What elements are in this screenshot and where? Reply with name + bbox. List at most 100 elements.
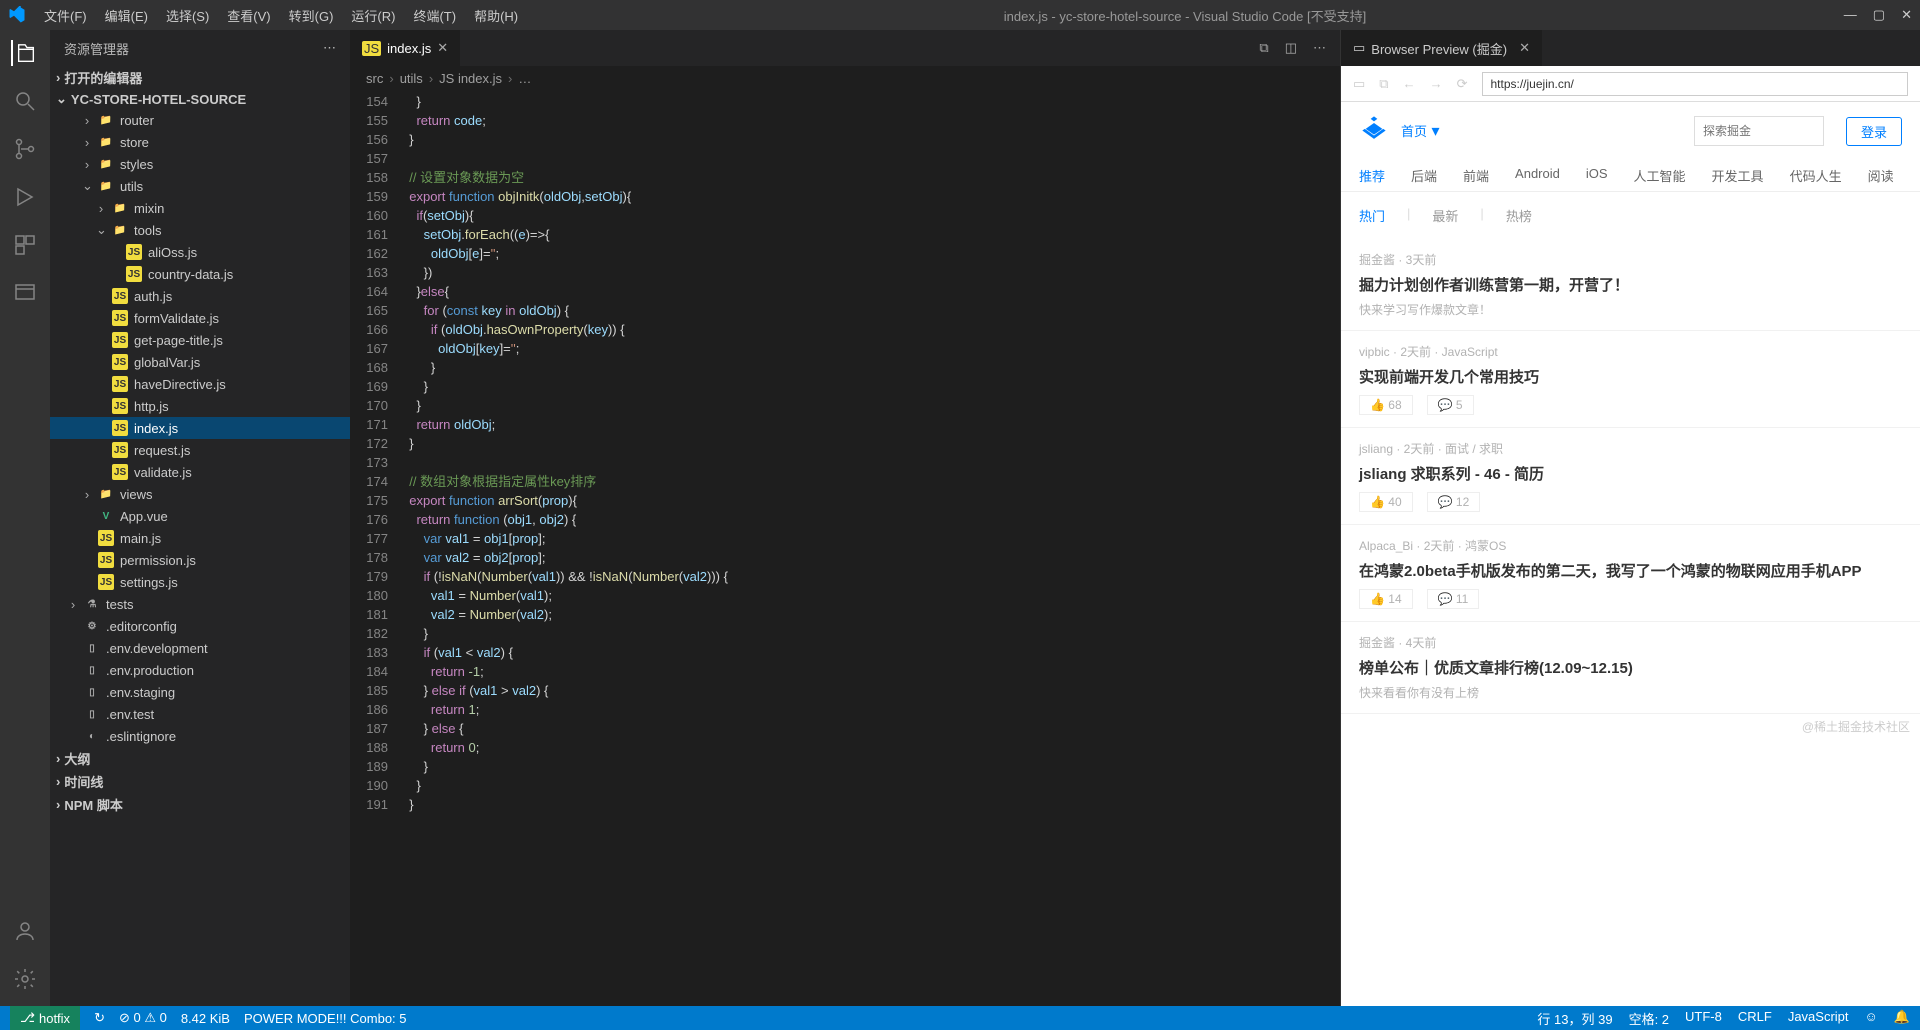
close-icon[interactable]: ✕ bbox=[1901, 7, 1912, 23]
tree-item[interactable]: JSindex.js bbox=[50, 417, 350, 439]
tree-item[interactable]: ▯.env.staging bbox=[50, 681, 350, 703]
run-debug-icon[interactable] bbox=[12, 184, 38, 210]
language-mode[interactable]: JavaScript bbox=[1788, 1009, 1849, 1028]
git-branch[interactable]: ⎇ hotfix bbox=[10, 1006, 80, 1030]
tree-item[interactable]: ⌄📁tools bbox=[50, 219, 350, 241]
tree-item[interactable]: ›📁styles bbox=[50, 153, 350, 175]
open-editors-section[interactable]: ›打开的编辑器 bbox=[50, 66, 350, 89]
reload-icon[interactable]: ⟳ bbox=[1457, 76, 1468, 92]
tree-item[interactable]: JSauth.js bbox=[50, 285, 350, 307]
nav-item[interactable]: 阅读 bbox=[1868, 166, 1894, 185]
maximize-icon[interactable]: ▢ bbox=[1873, 7, 1885, 23]
search-icon[interactable] bbox=[12, 88, 38, 114]
project-section[interactable]: ⌄YC-STORE-HOTEL-SOURCE bbox=[50, 89, 350, 109]
extensions-icon[interactable] bbox=[12, 232, 38, 258]
nav-item[interactable]: 后端 bbox=[1411, 166, 1437, 185]
filter-item[interactable]: 最新 bbox=[1432, 206, 1458, 225]
tree-item[interactable]: ⚙.editorconfig bbox=[50, 615, 350, 637]
feedback-icon[interactable]: ☺ bbox=[1865, 1009, 1878, 1028]
menu-item[interactable]: 转到(G) bbox=[281, 2, 342, 29]
tree-item[interactable]: JSpermission.js bbox=[50, 549, 350, 571]
tree-item[interactable]: ›📁views bbox=[50, 483, 350, 505]
settings-gear-icon[interactable] bbox=[12, 966, 38, 992]
encoding[interactable]: UTF-8 bbox=[1685, 1009, 1722, 1028]
menu-item[interactable]: 编辑(E) bbox=[97, 2, 156, 29]
nav-item[interactable]: iOS bbox=[1586, 166, 1608, 185]
tree-item[interactable]: ▯.env.production bbox=[50, 659, 350, 681]
account-icon[interactable] bbox=[12, 918, 38, 944]
split-editor-icon[interactable]: ◫ bbox=[1285, 40, 1297, 56]
tab-close-icon[interactable]: ✕ bbox=[437, 40, 448, 56]
tree-item[interactable]: JSaliOss.js bbox=[50, 241, 350, 263]
tree-item[interactable]: ⌄📁utils bbox=[50, 175, 350, 197]
juejin-logo-icon[interactable] bbox=[1359, 116, 1389, 146]
login-button[interactable]: 登录 bbox=[1846, 117, 1902, 146]
tree-item[interactable]: JSvalidate.js bbox=[50, 461, 350, 483]
breadcrumb-item[interactable]: utils bbox=[400, 71, 423, 86]
tree-item[interactable]: JSget-page-title.js bbox=[50, 329, 350, 351]
tree-item[interactable]: JShttp.js bbox=[50, 395, 350, 417]
post-item[interactable]: vipbic · 2天前 · JavaScript 实现前端开发几个常用技巧 👍… bbox=[1341, 331, 1920, 428]
nav-item[interactable]: 开发工具 bbox=[1712, 166, 1764, 185]
menu-item[interactable]: 文件(F) bbox=[36, 2, 95, 29]
cursor-position[interactable]: 行 13，列 39 bbox=[1537, 1009, 1612, 1028]
menu-item[interactable]: 查看(V) bbox=[219, 2, 278, 29]
juejin-search-input[interactable] bbox=[1694, 116, 1824, 146]
tree-item[interactable]: ▯.env.development bbox=[50, 637, 350, 659]
eol[interactable]: CRLF bbox=[1738, 1009, 1772, 1028]
like-count[interactable]: 👍 14 bbox=[1359, 589, 1413, 609]
tree-item[interactable]: ›⚗tests bbox=[50, 593, 350, 615]
like-count[interactable]: 👍 40 bbox=[1359, 492, 1413, 512]
menu-item[interactable]: 选择(S) bbox=[158, 2, 217, 29]
back-icon[interactable]: ← bbox=[1403, 76, 1416, 91]
tree-item[interactable]: JSsettings.js bbox=[50, 571, 350, 593]
filter-item[interactable]: 热门 bbox=[1359, 206, 1385, 225]
problems-status[interactable]: ⊘ 0 ⚠ 0 bbox=[119, 1010, 167, 1026]
npm-section[interactable]: ›NPM 脚本 bbox=[50, 793, 350, 816]
sync-icon[interactable]: ↻ bbox=[94, 1010, 105, 1026]
nav-item[interactable]: Android bbox=[1515, 166, 1560, 185]
post-item[interactable]: 掘金酱 · 3天前 掘力计划创作者训练营第一期，开营了！ 快来学习写作爆款文章！ bbox=[1341, 239, 1920, 331]
code-content[interactable]: } return code; } // 设置对象数据为空 export func… bbox=[402, 90, 1340, 1006]
nav-item[interactable]: 前端 bbox=[1463, 166, 1489, 185]
timeline-section[interactable]: ›时间线 bbox=[50, 770, 350, 793]
tree-item[interactable]: ▯.env.test bbox=[50, 703, 350, 725]
comment-count[interactable]: 💬 11 bbox=[1427, 589, 1480, 609]
new-window-icon[interactable]: ⧉ bbox=[1379, 76, 1388, 92]
breadcrumb-item[interactable]: src bbox=[366, 71, 383, 86]
tree-item[interactable]: JSmain.js bbox=[50, 527, 350, 549]
nav-item[interactable]: 推荐 bbox=[1359, 166, 1385, 185]
nav-item[interactable]: 代码人生 bbox=[1790, 166, 1842, 185]
menu-item[interactable]: 帮助(H) bbox=[466, 2, 526, 29]
tree-item[interactable]: JShaveDirective.js bbox=[50, 373, 350, 395]
nav-item[interactable]: 人工智能 bbox=[1634, 166, 1686, 185]
tree-item[interactable]: JScountry-data.js bbox=[50, 263, 350, 285]
tree-item[interactable]: ›📁mixin bbox=[50, 197, 350, 219]
compare-icon[interactable]: ⧉ bbox=[1259, 40, 1268, 56]
more-icon[interactable]: ⋯ bbox=[323, 40, 336, 56]
minimize-icon[interactable]: — bbox=[1844, 7, 1857, 23]
explorer-icon[interactable] bbox=[11, 40, 37, 66]
post-item[interactable]: jsliang · 2天前 · 面试 / 求职 jsliang 求职系列 - 4… bbox=[1341, 428, 1920, 525]
indentation[interactable]: 空格: 2 bbox=[1629, 1009, 1669, 1028]
notifications-icon[interactable]: 🔔 bbox=[1894, 1009, 1910, 1028]
tree-item[interactable]: VApp.vue bbox=[50, 505, 350, 527]
browser-preview-icon[interactable] bbox=[12, 280, 38, 306]
tree-item[interactable]: JSrequest.js bbox=[50, 439, 350, 461]
tree-item[interactable]: JSglobalVar.js bbox=[50, 351, 350, 373]
comment-count[interactable]: 💬 12 bbox=[1427, 492, 1481, 512]
menu-item[interactable]: 终端(T) bbox=[405, 2, 464, 29]
tab-index-js[interactable]: JS index.js ✕ bbox=[350, 30, 461, 66]
forward-icon[interactable]: → bbox=[1430, 76, 1443, 91]
more-actions-icon[interactable]: ⋯ bbox=[1313, 40, 1326, 56]
browser-tab[interactable]: ▭ Browser Preview (掘金) ✕ bbox=[1341, 30, 1542, 66]
breadcrumbs[interactable]: src›utils›JS index.js›… bbox=[350, 66, 1340, 90]
post-item[interactable]: 掘金酱 · 4天前 榜单公布｜优质文章排行榜(12.09~12.15) 快来看看… bbox=[1341, 622, 1920, 714]
like-count[interactable]: 👍 68 bbox=[1359, 395, 1413, 415]
url-input[interactable] bbox=[1482, 72, 1909, 96]
tree-item[interactable]: ›📁router bbox=[50, 109, 350, 131]
tab-close-icon[interactable]: ✕ bbox=[1519, 40, 1530, 56]
breadcrumb-item[interactable]: … bbox=[518, 71, 531, 86]
post-item[interactable]: Alpaca_Bi · 2天前 · 鸿蒙OS 在鸿蒙2.0beta手机版发布的第… bbox=[1341, 525, 1920, 622]
filter-item[interactable]: 热榜 bbox=[1506, 206, 1532, 225]
